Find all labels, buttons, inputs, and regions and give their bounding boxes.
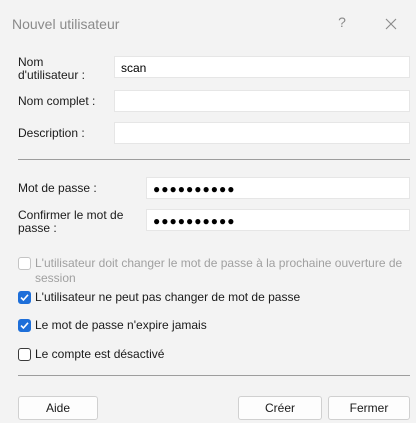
fullname-field[interactable] [114,90,410,112]
option-label: Le compte est désactivé [35,347,165,361]
checkbox-cannot-change-password[interactable] [18,291,31,304]
confirm-password-label: Confirmer le mot de passe : [18,208,124,235]
password-field[interactable]: ●●●●●●●●●● [146,177,410,199]
checkbox-password-never-expires[interactable] [18,319,31,332]
checkbox-must-change-password[interactable] [18,257,31,270]
check-icon [20,294,29,302]
new-user-dialog: Nouvel utilisateur ? Nom d'utilisateur :… [0,0,416,423]
password-label: Mot de passe : [18,181,97,195]
description-field[interactable] [114,122,410,144]
title-bar: Nouvel utilisateur ? [0,0,416,46]
help-title-button[interactable]: ? [330,14,354,34]
description-label: Description : [18,126,85,140]
checkbox-account-disabled[interactable] [18,348,31,361]
close-icon [385,18,397,30]
username-label: Nom d'utilisateur : [18,55,85,82]
separator-top [18,159,410,160]
option-label: L'utilisateur ne peut pas changer de mot… [35,290,301,304]
option-label: L'utilisateur doit changer le mot de pas… [35,256,403,285]
separator-bottom [18,375,410,376]
check-icon [20,322,29,330]
close-window-button[interactable] [376,12,406,36]
confirm-password-field[interactable]: ●●●●●●●●●● [146,209,410,231]
fullname-label: Nom complet : [18,94,96,108]
window-title: Nouvel utilisateur [12,16,120,32]
close-button[interactable]: Fermer [328,396,410,420]
create-button[interactable]: Créer [238,396,322,420]
username-field[interactable]: scan [114,56,410,78]
option-label: Le mot de passe n'expire jamais [35,318,207,332]
help-button[interactable]: Aide [18,396,98,420]
